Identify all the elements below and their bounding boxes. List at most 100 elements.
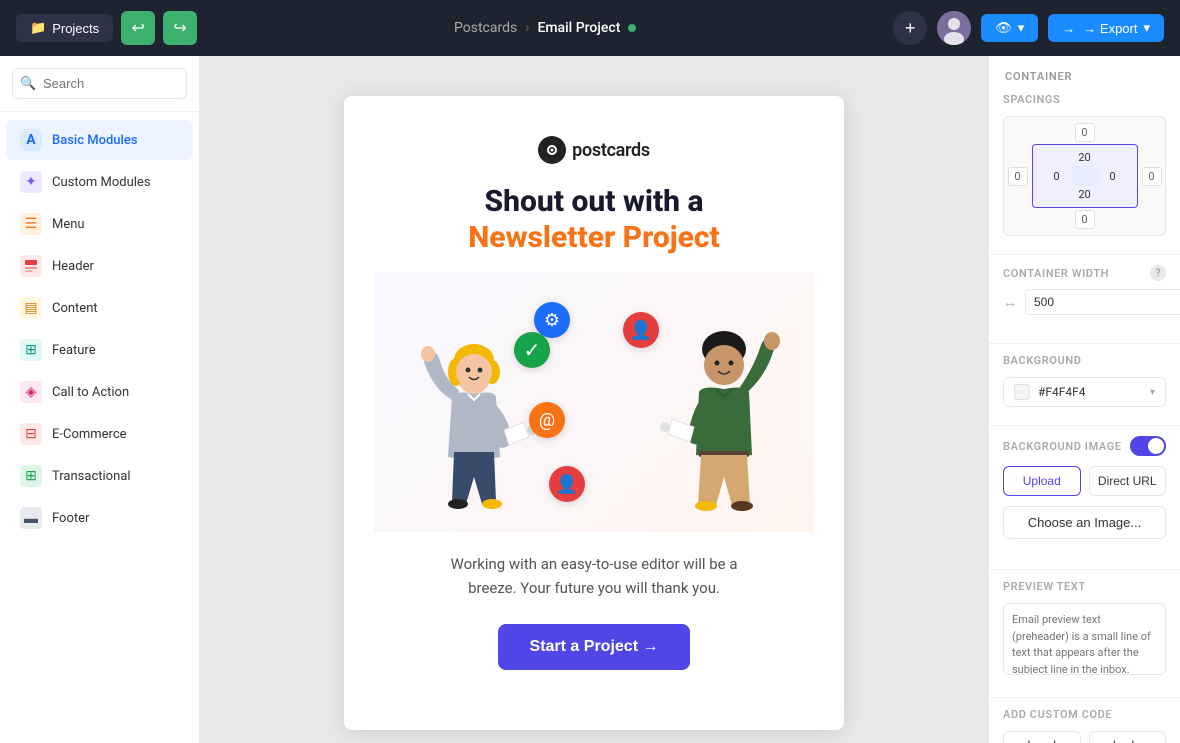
ecommerce-icon: ⊟ <box>20 423 42 445</box>
sidebar-item-ecommerce[interactable]: ⊟ E-Commerce <box>6 414 193 454</box>
topbar-breadcrumb: Postcards › Email Project <box>207 20 883 36</box>
logo-area: postcards <box>538 136 650 164</box>
code-buttons-row: <head> <body> <box>1003 731 1166 743</box>
avatar[interactable] <box>937 11 971 45</box>
sidebar-item-header[interactable]: Header <box>6 246 193 286</box>
sidebar: 🔍 A Basic Modules ✦ Custom Modules ☰ Men… <box>0 56 200 743</box>
cta-button[interactable]: Start a Project → <box>498 624 691 670</box>
sidebar-item-footer[interactable]: ▬ Footer <box>6 498 193 538</box>
sidebar-item-content[interactable]: ▤ Content <box>6 288 193 328</box>
cta-icon: ◈ <box>20 381 42 403</box>
bg-image-toggle-row: BACKGROUND IMAGE <box>1003 436 1166 456</box>
choose-image-button[interactable]: Choose an Image... <box>1003 506 1166 539</box>
breadcrumb-current: Email Project <box>537 20 620 36</box>
preview-text-label: PREVIEW TEXT <box>1003 580 1166 593</box>
resize-icon: ↔ <box>1003 294 1017 311</box>
spacing-left-outer[interactable]: 0 <box>1008 167 1028 186</box>
toggle-knob <box>1148 438 1164 454</box>
logo-icon-circle <box>538 136 566 164</box>
background-color-picker[interactable]: #F4F4F4 ▾ <box>1003 377 1166 407</box>
topbar: 📁 Projects ↩ ↪ Postcards › Email Project… <box>0 0 1180 56</box>
spacing-left-inner[interactable]: 0 <box>1047 170 1067 183</box>
head-code-button[interactable]: <head> <box>1003 731 1081 743</box>
sidebar-item-feature[interactable]: ⊞ Feature <box>6 330 193 370</box>
basic-modules-icon: A <box>20 129 42 151</box>
sidebar-item-cta[interactable]: ◈ Call to Action <box>6 372 193 412</box>
export-button[interactable]: → → Export ▾ <box>1048 14 1164 42</box>
menu-label: Menu <box>52 217 85 232</box>
color-value: #F4F4F4 <box>1038 385 1142 399</box>
container-width-label: CONTAINER WIDTH <box>1003 267 1109 280</box>
menu-icon: ☰ <box>20 213 42 235</box>
eye-icon: 👁 <box>995 20 1012 36</box>
upload-button[interactable]: Upload <box>1003 466 1081 496</box>
undo-button[interactable]: ↩ <box>121 11 155 45</box>
search-input[interactable] <box>12 68 187 99</box>
float-icon-person2: 👤 <box>549 466 585 502</box>
float-icon-at: @ <box>529 402 565 438</box>
preview-text-section: PREVIEW TEXT <box>989 580 1180 693</box>
spacing-bottom-inner[interactable]: 20 <box>1075 188 1095 201</box>
chevron-down-icon: ▾ <box>1150 387 1155 398</box>
sidebar-item-basic-modules[interactable]: A Basic Modules <box>6 120 193 160</box>
cta-label: Call to Action <box>52 385 129 400</box>
logo-text: postcards <box>572 140 650 161</box>
custom-code-section: ADD CUSTOM CODE <head> <body> <box>989 708 1180 743</box>
spacing-right-outer[interactable]: 0 <box>1142 167 1162 186</box>
main-layout: 🔍 A Basic Modules ✦ Custom Modules ☰ Men… <box>0 56 1180 743</box>
container-width-section: CONTAINER WIDTH ? ↔ px <box>989 265 1180 339</box>
preview-dropdown-arrow: ▾ <box>1018 20 1025 36</box>
content-icon: ▤ <box>20 297 42 319</box>
sidebar-item-transactional[interactable]: ⊞ Transactional <box>6 456 193 496</box>
custom-code-label: ADD CUSTOM CODE <box>1003 708 1166 721</box>
headline-line2: Newsletter Project <box>468 220 720 256</box>
ecommerce-label: E-Commerce <box>52 427 127 442</box>
spacings-widget: 0 0 20 0 0 20 0 <box>1003 116 1166 236</box>
spacing-outer: 0 0 20 0 0 20 0 <box>1010 123 1159 229</box>
spacing-right-inner[interactable]: 0 <box>1103 170 1123 183</box>
hero-image: ⚙ ✓ 👤 @ 👤 <box>374 272 814 532</box>
breadcrumb-separator: › <box>525 20 529 36</box>
content-label: Content <box>52 301 98 316</box>
spacing-middle-row: 0 20 0 0 20 0 <box>1008 144 1162 208</box>
container-width-row: ↔ px <box>1003 289 1166 315</box>
spacing-bottom-outer[interactable]: 0 <box>1075 210 1095 229</box>
figure-left <box>394 282 554 532</box>
sidebar-item-custom-modules[interactable]: ✦ Custom Modules <box>6 162 193 202</box>
preview-button[interactable]: 👁 ▾ <box>981 14 1038 42</box>
add-button[interactable]: + <box>893 11 927 45</box>
email-content: postcards Shout out with a Newsletter Pr… <box>344 96 844 730</box>
custom-modules-label: Custom Modules <box>52 175 151 190</box>
transactional-icon: ⊞ <box>20 465 42 487</box>
feature-icon: ⊞ <box>20 339 42 361</box>
breadcrumb-parent[interactable]: Postcards <box>454 20 517 36</box>
right-panel: CONTAINER SPACINGS 0 0 20 0 0 <box>988 56 1180 743</box>
panel-title: CONTAINER <box>989 56 1180 93</box>
container-width-input[interactable] <box>1025 289 1180 315</box>
spacing-inner: 20 0 0 20 <box>1032 144 1138 208</box>
direct-url-button[interactable]: Direct URL <box>1089 466 1167 496</box>
background-image-section: BACKGROUND IMAGE Upload Direct URL Choos… <box>989 436 1180 565</box>
canvas-area[interactable]: postcards Shout out with a Newsletter Pr… <box>200 56 988 743</box>
sidebar-item-menu[interactable]: ☰ Menu <box>6 204 193 244</box>
email-frame: postcards Shout out with a Newsletter Pr… <box>344 96 844 730</box>
header-icon <box>20 255 42 277</box>
projects-button[interactable]: 📁 Projects <box>16 14 113 42</box>
background-section: BACKGROUND #F4F4F4 ▾ <box>989 354 1180 421</box>
spacing-top-outer[interactable]: 0 <box>1075 123 1095 142</box>
footer-label: Footer <box>52 511 89 526</box>
export-label: → Export <box>1083 21 1137 36</box>
help-icon[interactable]: ? <box>1150 265 1166 281</box>
background-image-toggle[interactable] <box>1130 436 1166 456</box>
background-label: BACKGROUND <box>1003 354 1166 367</box>
feature-label: Feature <box>52 343 96 358</box>
cta-label: Start a Project → <box>530 638 659 656</box>
body-code-button[interactable]: <body> <box>1089 731 1167 743</box>
headline-line1: Shout out with a <box>484 184 703 220</box>
preview-text-input[interactable] <box>1003 603 1166 675</box>
sidebar-modules-list: A Basic Modules ✦ Custom Modules ☰ Menu … <box>0 112 199 548</box>
spacing-top-inner[interactable]: 20 <box>1075 151 1095 164</box>
transactional-label: Transactional <box>52 469 131 484</box>
spacing-inner-middle: 0 0 <box>1047 166 1123 186</box>
redo-button[interactable]: ↪ <box>163 11 197 45</box>
